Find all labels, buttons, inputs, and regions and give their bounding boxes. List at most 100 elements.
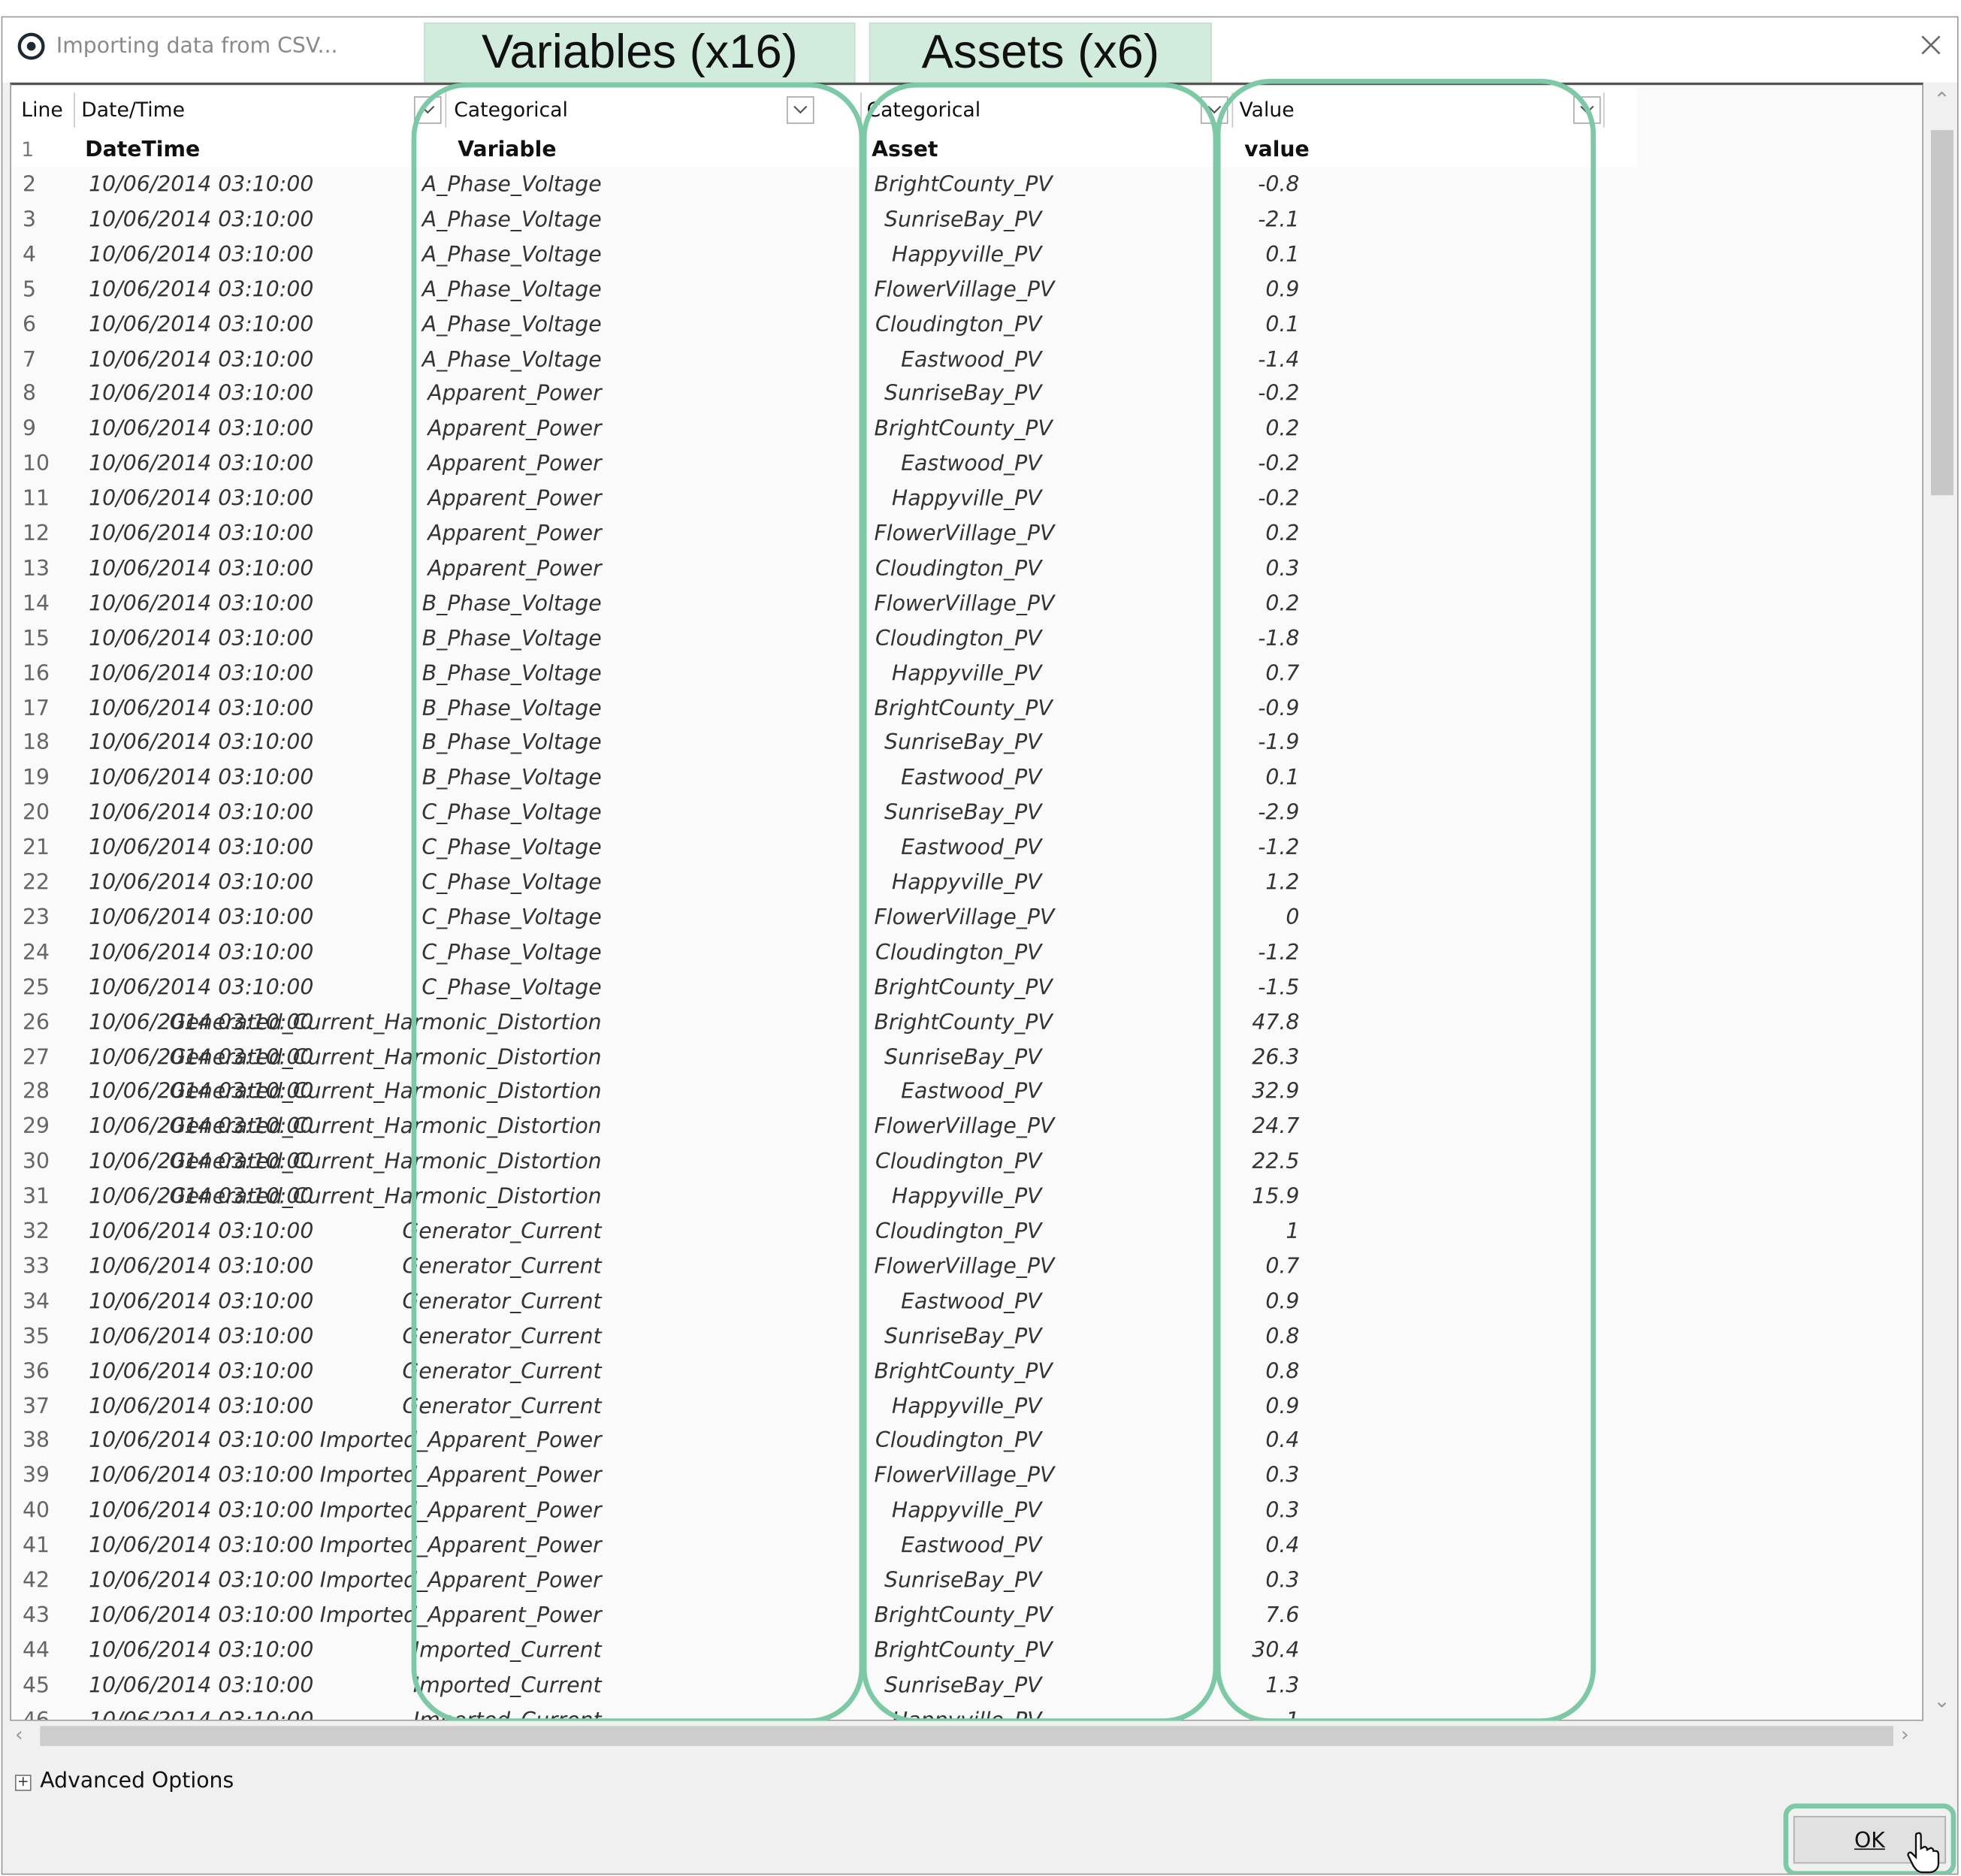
datetime-cell: 10/06/2014 03:10:00 [89, 1288, 314, 1315]
datetime-cell: 10/06/2014 03:10:00 [89, 1708, 314, 1721]
line-number-cell: 28 [22, 1080, 50, 1105]
line-number-cell: 12 [22, 521, 50, 547]
datetime-cell: 10/06/2014 03:10:00 [89, 486, 314, 512]
datetime-cell: 10/06/2014 03:10:00 [89, 1358, 314, 1385]
line-number-cell: 10 [22, 452, 50, 477]
line-number-cell: 19 [22, 766, 50, 791]
datetime-cell: 10/06/2014 03:10:00 [89, 346, 314, 373]
datetime-cell: 10/06/2014 03:10:00 [89, 172, 314, 198]
line-number-cell: 29 [22, 1114, 50, 1140]
line-number-cell: 38 [22, 1428, 50, 1455]
datetime-cell: 10/06/2014 03:10:00 [89, 277, 314, 303]
line-number-cell: 7 [22, 346, 36, 373]
first-line-number: 1 [21, 137, 35, 162]
line-number-cell: 26 [22, 1010, 50, 1035]
datetime-type-label: Date/Time [81, 97, 186, 122]
line-number-cell: 17 [22, 696, 50, 721]
assets-callout: Assets (x6) [869, 22, 1212, 84]
line-number-cell: 8 [22, 382, 36, 407]
line-number-cell: 31 [22, 1184, 50, 1210]
assets-highlight [861, 82, 1219, 1723]
line-number-cell: 2 [22, 172, 36, 198]
datetime-cell: 10/06/2014 03:10:00 [89, 974, 314, 1001]
expand-plus-icon[interactable]: + [14, 1775, 32, 1791]
line-number-cell: 21 [22, 835, 50, 861]
datetime-cell: 10/06/2014 03:10:00 [89, 905, 314, 931]
datetime-cell: 10/06/2014 03:10:00 [89, 242, 314, 267]
scroll-up-icon[interactable]: ⌃ [1933, 88, 1950, 112]
line-number-cell: 27 [22, 1044, 50, 1071]
title-bar: Importing data from CSV... Variables (x1… [2, 17, 1957, 84]
variables-callout: Variables (x16) [424, 22, 856, 84]
line-number-cell: 20 [22, 800, 50, 826]
column-separator [74, 92, 75, 128]
line-number-cell: 34 [22, 1288, 50, 1315]
line-number-cell: 35 [22, 1324, 50, 1349]
line-number-cell: 37 [22, 1394, 50, 1419]
scroll-right-icon[interactable]: › [1901, 1722, 1909, 1746]
import-dialog: Importing data from CSV... Variables (x1… [1, 16, 1959, 1875]
advanced-options-toggle[interactable]: + Advanced Options [14, 1769, 234, 1793]
line-number-cell: 24 [22, 940, 50, 965]
scroll-left-icon[interactable]: ‹ [15, 1722, 23, 1746]
line-number-cell: 5 [22, 277, 36, 303]
datetime-cell: 10/06/2014 03:10:00 [89, 382, 314, 407]
line-number-cell: 25 [22, 974, 50, 1001]
datetime-cell: 10/06/2014 03:10:00 [89, 660, 314, 687]
line-number-cell: 42 [22, 1568, 50, 1594]
line-number-cell: 14 [22, 591, 50, 617]
datetime-cell: 10/06/2014 03:10:00 [89, 521, 314, 547]
datetime-cell: 10/06/2014 03:10:00 [89, 1428, 314, 1455]
line-number-cell: 9 [22, 416, 36, 443]
datetime-cell: 10/06/2014 03:10:00 [89, 1568, 314, 1594]
datetime-cell: 10/06/2014 03:10:00 [89, 626, 314, 651]
scroll-down-icon[interactable]: ⌄ [1933, 1688, 1950, 1712]
hand-cursor-icon [1907, 1832, 1940, 1874]
line-number-cell: 45 [22, 1672, 50, 1699]
vertical-scrollbar[interactable]: ⌃ ⌄ [1926, 82, 1957, 1721]
datetime-cell: 10/06/2014 03:10:00 [89, 1219, 314, 1245]
horizontal-scroll-thumb[interactable] [40, 1726, 1894, 1746]
line-number-cell: 33 [22, 1254, 50, 1279]
line-number-cell: 43 [22, 1603, 50, 1629]
datetime-cell: 10/06/2014 03:10:00 [89, 452, 314, 477]
datetime-column-name: DateTime [85, 137, 201, 163]
line-number-cell: 4 [22, 242, 36, 267]
datetime-cell: 10/06/2014 03:10:00 [89, 766, 314, 791]
vertical-scroll-thumb[interactable] [1930, 130, 1953, 496]
datetime-cell: 10/06/2014 03:10:00 [89, 312, 314, 337]
line-number-cell: 16 [22, 660, 50, 687]
app-icon [17, 32, 45, 60]
datetime-cell: 10/06/2014 03:10:00 [89, 1533, 314, 1559]
line-number-cell: 32 [22, 1219, 50, 1245]
values-highlight [1215, 78, 1596, 1723]
datetime-cell: 10/06/2014 03:10:00 [89, 1324, 314, 1349]
datetime-cell: 10/06/2014 03:10:00 [89, 870, 314, 896]
horizontal-scrollbar[interactable]: ‹ › [10, 1720, 1924, 1751]
line-number-cell: 39 [22, 1464, 50, 1489]
line-header: Line [21, 97, 63, 122]
line-number-cell: 44 [22, 1638, 50, 1663]
datetime-cell: 10/06/2014 03:10:00 [89, 835, 314, 861]
datetime-cell: 10/06/2014 03:10:00 [89, 207, 314, 233]
line-number-cell: 30 [22, 1149, 50, 1175]
line-number-cell: 22 [22, 870, 50, 896]
line-number-cell: 18 [22, 730, 50, 757]
line-number-cell: 15 [22, 626, 50, 651]
datetime-cell: 10/06/2014 03:10:00 [89, 800, 314, 826]
datetime-cell: 10/06/2014 03:10:00 [89, 1498, 314, 1524]
datetime-cell: 10/06/2014 03:10:00 [89, 940, 314, 965]
screenshot-stage: Importing data from CSV... Variables (x1… [0, 0, 1961, 1876]
line-number-cell: 41 [22, 1533, 50, 1559]
datetime-cell: 10/06/2014 03:10:00 [89, 1254, 314, 1279]
variables-highlight [411, 82, 865, 1723]
window-title: Importing data from CSV... [56, 33, 338, 59]
line-number-cell: 6 [22, 312, 36, 337]
line-number-cell: 11 [22, 486, 50, 512]
datetime-cell: 10/06/2014 03:10:00 [89, 696, 314, 721]
line-number-cell: 46 [22, 1708, 50, 1721]
close-icon[interactable] [1916, 30, 1946, 60]
datetime-cell: 10/06/2014 03:10:00 [89, 1638, 314, 1663]
datetime-cell: 10/06/2014 03:10:00 [89, 416, 314, 443]
datetime-cell: 10/06/2014 03:10:00 [89, 730, 314, 757]
